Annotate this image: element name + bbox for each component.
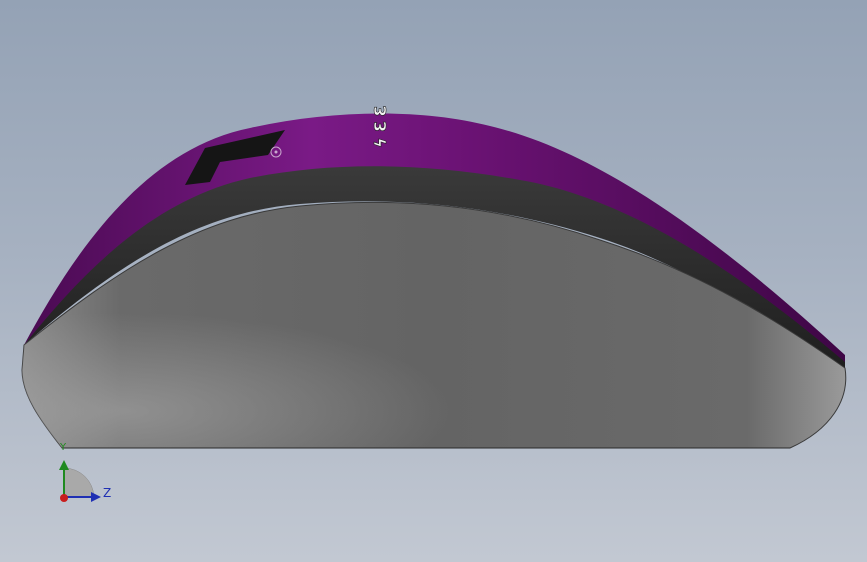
triad-z-label: Z: [103, 486, 112, 500]
triad-plane-arc: [63, 467, 95, 498]
y-axis-arrow-icon: [59, 460, 69, 470]
triad-y-label: Y: [60, 442, 67, 453]
coordinate-triad: [59, 460, 101, 502]
x-axis-dot-icon: [60, 494, 68, 502]
z-axis-arrow-icon: [91, 492, 101, 502]
emboss-text: ϟ ℇ ℇ: [371, 106, 390, 148]
graphics-viewport[interactable]: ϟ ℇ ℇ Y Z: [0, 0, 867, 562]
mouse-3d-model[interactable]: ϟ ℇ ℇ: [0, 0, 867, 562]
logo-emboss-dot: [274, 150, 278, 154]
